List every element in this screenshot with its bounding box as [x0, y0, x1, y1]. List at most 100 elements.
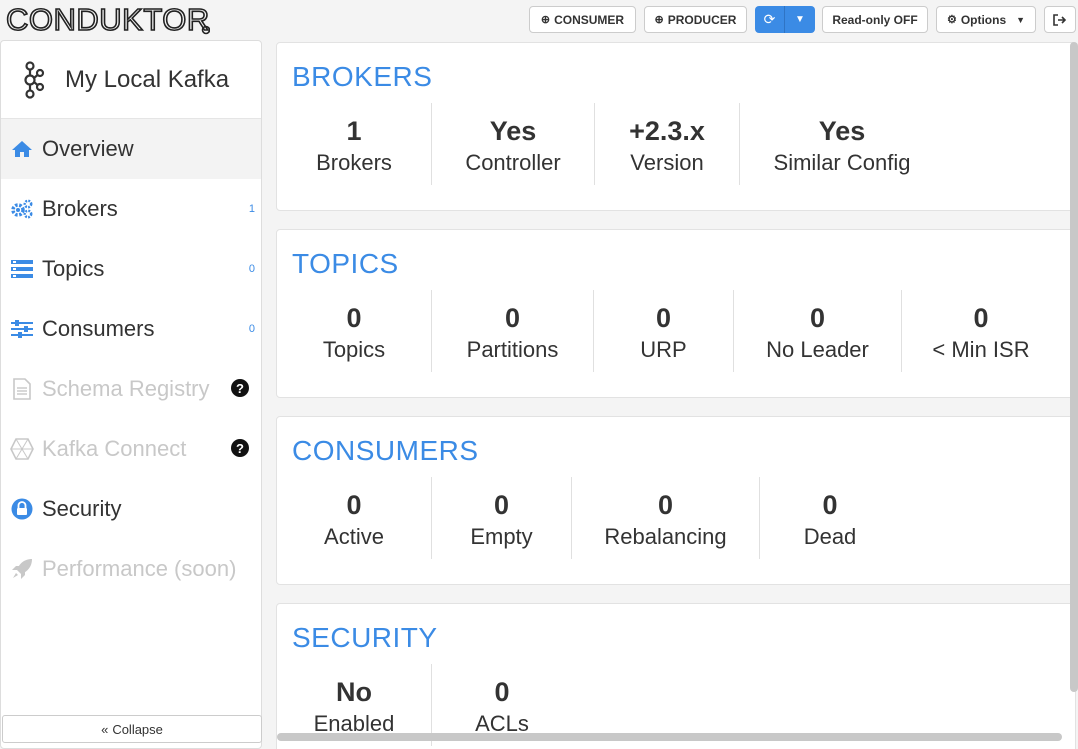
- top-bar: CONDUKTOR ⊕ CONSUMER ⊕ PRODUCER ⟳ ▼ Read…: [0, 0, 1078, 40]
- stat-value: Yes: [489, 116, 537, 146]
- collapse-label: Collapse: [112, 721, 163, 737]
- stat-similar-config: Yes Similar Config: [740, 103, 944, 185]
- stat-controller: Yes Controller: [432, 103, 595, 185]
- stat-value: +2.3.x: [629, 116, 705, 146]
- stat-value: 1: [346, 116, 362, 146]
- stat-value: 0: [655, 303, 672, 333]
- collapse-button[interactable]: « Collapse: [2, 715, 262, 743]
- brokers-card: BROKERS 1 Brokers Yes Controller +2.3.x …: [276, 42, 1076, 211]
- help-icon[interactable]: ?: [231, 439, 249, 457]
- consumers-card: CONSUMERS 0 Active 0 Empty 0 Rebalancing…: [276, 416, 1076, 585]
- topics-count: 0: [248, 263, 255, 275]
- stat-empty: 0 Empty: [432, 477, 572, 559]
- stat-value: 0: [494, 677, 510, 707]
- consumer-label: CONSUMER: [554, 12, 625, 27]
- sidebar-item-label: Schema Registry: [42, 376, 210, 401]
- sidebar-item-label: Brokers: [42, 196, 118, 221]
- cogs-icon: [2, 199, 42, 219]
- caret-down-icon: ▼: [1016, 14, 1026, 25]
- sidebar-item-consumers[interactable]: Consumers 0: [1, 299, 261, 359]
- stat-label: Empty: [470, 524, 533, 549]
- stat-value: 0: [657, 490, 674, 520]
- refresh-button-group: ⟳ ▼: [755, 6, 815, 33]
- read-only-label: Read-only OFF: [832, 12, 918, 27]
- refresh-dropdown-button[interactable]: ▼: [785, 6, 815, 33]
- sidebar: My Local Kafka Overview Brokers 1 Topics…: [0, 40, 262, 749]
- add-producer-button[interactable]: ⊕ PRODUCER: [644, 6, 747, 33]
- double-chevron-left-icon: «: [101, 721, 109, 737]
- stat-value: 0: [346, 490, 362, 520]
- card-title: BROKERS: [292, 61, 433, 92]
- logout-button[interactable]: [1044, 6, 1076, 33]
- vertical-scrollbar[interactable]: [1070, 42, 1078, 692]
- stat-active: 0 Active: [277, 477, 432, 559]
- stat-label: Active: [324, 524, 384, 549]
- card-title: SECURITY: [292, 622, 438, 653]
- stat-urp: 0 URP: [594, 290, 734, 372]
- security-card: SECURITY No Enabled 0 ACLs: [276, 603, 1076, 749]
- sidebar-item-topics[interactable]: Topics 0: [1, 239, 261, 299]
- sidebar-item-label: Performance (soon): [42, 556, 237, 581]
- refresh-button[interactable]: ⟳: [755, 6, 785, 33]
- cluster-header: My Local Kafka: [1, 41, 261, 119]
- sidebar-item-brokers[interactable]: Brokers 1: [1, 179, 261, 239]
- stat-min-isr: 0 < Min ISR: [902, 290, 1060, 372]
- stat-label: No Leader: [766, 337, 869, 362]
- plus-circle-icon: ⊕: [654, 14, 664, 26]
- consumers-count: 0: [248, 323, 255, 335]
- stat-topics: 0 Topics: [277, 290, 432, 372]
- stat-value: 0: [504, 303, 521, 333]
- stat-rebalancing: 0 Rebalancing: [572, 477, 760, 559]
- stat-no-leader: 0 No Leader: [734, 290, 902, 372]
- file-icon: [2, 378, 42, 400]
- help-icon[interactable]: ?: [231, 379, 249, 397]
- stat-version: +2.3.x Version: [595, 103, 740, 185]
- kafka-icon: [1, 60, 65, 99]
- card-title: CONSUMERS: [292, 435, 479, 466]
- svg-text:CONDUKTOR: CONDUKTOR: [6, 3, 210, 35]
- card-title: TOPICS: [292, 248, 399, 279]
- home-icon: [2, 140, 42, 158]
- cluster-name: My Local Kafka: [65, 65, 230, 93]
- sidebar-item-label: Overview: [42, 136, 134, 161]
- stat-label: Controller: [465, 150, 561, 175]
- caret-down-icon: ▼: [795, 14, 805, 25]
- stat-label: Rebalancing: [604, 524, 727, 549]
- read-only-toggle[interactable]: Read-only OFF: [822, 6, 928, 33]
- stat-dead: 0 Dead: [760, 477, 900, 559]
- sidebar-item-label: Topics: [42, 256, 105, 281]
- brokers-count: 1: [248, 203, 255, 215]
- stat-label: < Min ISR: [932, 337, 1030, 362]
- stat-label: URP: [640, 337, 687, 362]
- stat-label: Partitions: [466, 337, 559, 362]
- stat-label: Brokers: [316, 150, 392, 175]
- options-label: Options: [960, 12, 1007, 27]
- stat-value: 0: [809, 303, 826, 333]
- stat-value: 0: [973, 303, 989, 333]
- topics-icon: [2, 260, 42, 278]
- stat-value: No: [336, 677, 372, 707]
- topics-card: TOPICS 0 Topics 0 Partitions 0 URP 0 No …: [276, 229, 1076, 398]
- stat-label: Version: [630, 150, 704, 175]
- sidebar-item-label: Security: [42, 496, 122, 521]
- sidebar-item-overview[interactable]: Overview: [1, 119, 261, 179]
- sidebar-item-label: Consumers: [42, 316, 155, 341]
- lock-icon: [2, 498, 42, 520]
- producer-label: PRODUCER: [667, 12, 737, 27]
- stat-value: Yes: [818, 116, 866, 146]
- sidebar-item-security[interactable]: Security: [1, 479, 261, 539]
- stat-label: Topics: [322, 337, 386, 362]
- sidebar-item-performance[interactable]: Performance (soon): [1, 539, 261, 599]
- stat-label: Similar Config: [773, 150, 911, 175]
- sidebar-item-schema-registry[interactable]: Schema Registry ?: [1, 359, 261, 419]
- options-dropdown[interactable]: ⚙ Options ▼: [936, 6, 1036, 33]
- stat-value: 0: [493, 490, 510, 520]
- rocket-icon: [2, 558, 42, 580]
- stat-partitions: 0 Partitions: [432, 290, 594, 372]
- connect-icon: [2, 438, 42, 460]
- sidebar-item-kafka-connect[interactable]: Kafka Connect ?: [1, 419, 261, 479]
- refresh-icon: ⟳: [763, 11, 776, 27]
- add-consumer-button[interactable]: ⊕ CONSUMER: [529, 6, 636, 33]
- horizontal-scrollbar[interactable]: [277, 733, 1062, 741]
- conduktor-logo: CONDUKTOR: [6, 3, 210, 35]
